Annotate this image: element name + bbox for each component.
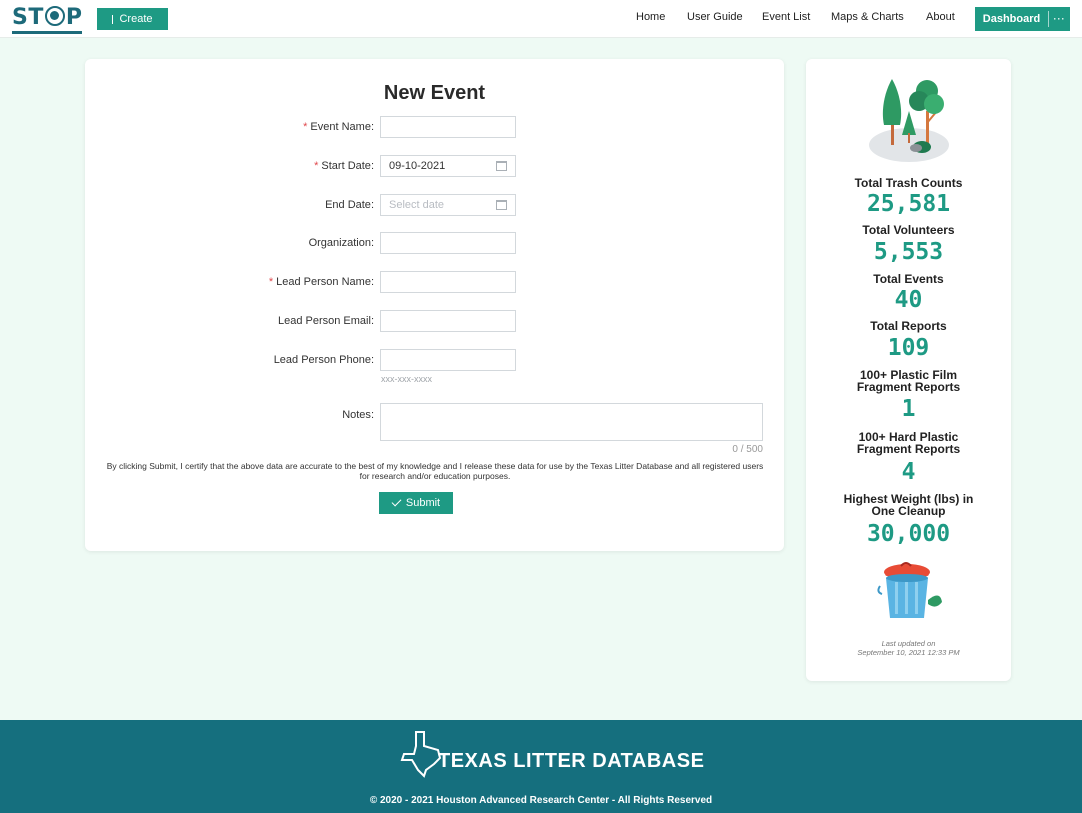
statistics-panel: Total Trash Counts 25,581 Total Voluntee… (806, 59, 1011, 681)
form-title: New Event (383, 82, 486, 104)
notes-label: Notes: (342, 409, 374, 421)
stat-label-highest-weight: Highest Weight (lbs) in One Cleanup (843, 492, 974, 518)
calendar-icon (496, 200, 507, 210)
new-event-form-card: New Event * Event Name: * Start Date: 09-1… (85, 59, 784, 551)
nav-user-guide[interactable]: User Guide (687, 11, 743, 23)
submit-button-label: Submit (405, 497, 441, 509)
stat-value-total-reports: 109 (887, 335, 930, 361)
required-asterisk-icon: * (303, 121, 308, 133)
last-updated-note: Last updated on September 10, 2021 12:33… (857, 639, 960, 657)
stat-label-total-events: Total Events (873, 272, 944, 286)
more-icon[interactable]: ··· (1049, 14, 1070, 24)
stat-label-total-trash: Total Trash Counts (854, 176, 963, 190)
stop-logo[interactable]: ST P (12, 5, 83, 34)
stat-label-hard-plastic: 100+ Hard Plastic Fragment Reports (856, 430, 961, 456)
end-date-label: End Date: (325, 199, 374, 211)
stat-label-plastic-film: 100+ Plastic Film Fragment Reports (856, 368, 961, 394)
create-divider-icon (112, 14, 114, 24)
footer: TEXAS LITTER DATABASE © 2020 - 2021 Hous… (0, 720, 1082, 813)
lead-person-name-label: * Lead Person Name: (268, 276, 374, 288)
checkmark-icon (391, 496, 402, 507)
organization-label: Organization: (308, 237, 374, 249)
event-name-label: * Event Name: (303, 121, 374, 133)
submit-button[interactable]: Submit (379, 492, 453, 514)
stat-value-total-volunteers: 5,553 (873, 239, 944, 265)
lead-person-email-input[interactable] (380, 310, 516, 332)
lead-person-name-input[interactable] (380, 271, 516, 293)
notes-char-counter: 0 / 500 (732, 444, 763, 455)
nav-event-list[interactable]: Event List (762, 11, 810, 23)
dashboard-button[interactable]: Dashboard ··· (975, 7, 1070, 31)
stop-logo-o-icon (44, 6, 65, 26)
create-button-label: Create (119, 13, 153, 25)
stat-value-highest-weight: 30,000 (866, 521, 951, 547)
dashboard-button-label: Dashboard (982, 13, 1041, 25)
end-date-picker[interactable]: Select date (380, 194, 516, 216)
certification-disclaimer: By clicking Submit, I certify that the a… (106, 461, 764, 481)
notes-textarea[interactable] (380, 403, 763, 441)
event-name-input[interactable] (380, 116, 516, 138)
start-date-picker[interactable]: 09-10-2021 (380, 155, 516, 177)
trash-can-icon (877, 562, 942, 618)
stat-value-total-trash: 25,581 (866, 191, 951, 217)
stat-label-total-volunteers: Total Volunteers (862, 223, 955, 237)
nav-about[interactable]: About (926, 11, 955, 23)
start-date-label: * Start Date: (314, 160, 374, 172)
lead-person-phone-input[interactable] (380, 349, 516, 371)
trees-illustration-icon (869, 79, 949, 162)
stat-value-plastic-film: 1 (901, 396, 916, 422)
stat-value-total-events: 40 (894, 287, 923, 313)
footer-title: TEXAS LITTER DATABASE (438, 750, 705, 772)
organization-input[interactable] (380, 232, 516, 254)
stat-value-hard-plastic: 4 (901, 459, 916, 485)
top-nav-bar: ST P Create Home User Guide Event List Ma… (0, 0, 1082, 38)
calendar-icon (496, 161, 507, 171)
nav-maps-charts[interactable]: Maps & Charts (831, 11, 904, 23)
texas-outline-icon (400, 731, 442, 778)
stat-label-total-reports: Total Reports (870, 319, 947, 333)
lead-person-email-label: Lead Person Email: (277, 315, 374, 327)
nav-home[interactable]: Home (636, 11, 665, 23)
required-asterisk-icon: * (314, 160, 319, 172)
create-button[interactable]: Create (97, 8, 168, 30)
footer-copyright: © 2020 - 2021 Houston Advanced Research … (369, 795, 713, 806)
lead-person-phone-label: Lead Person Phone: (273, 354, 374, 366)
phone-format-hint: xxx-xxx-xxxx (381, 374, 432, 384)
required-asterisk-icon: * (268, 276, 274, 288)
